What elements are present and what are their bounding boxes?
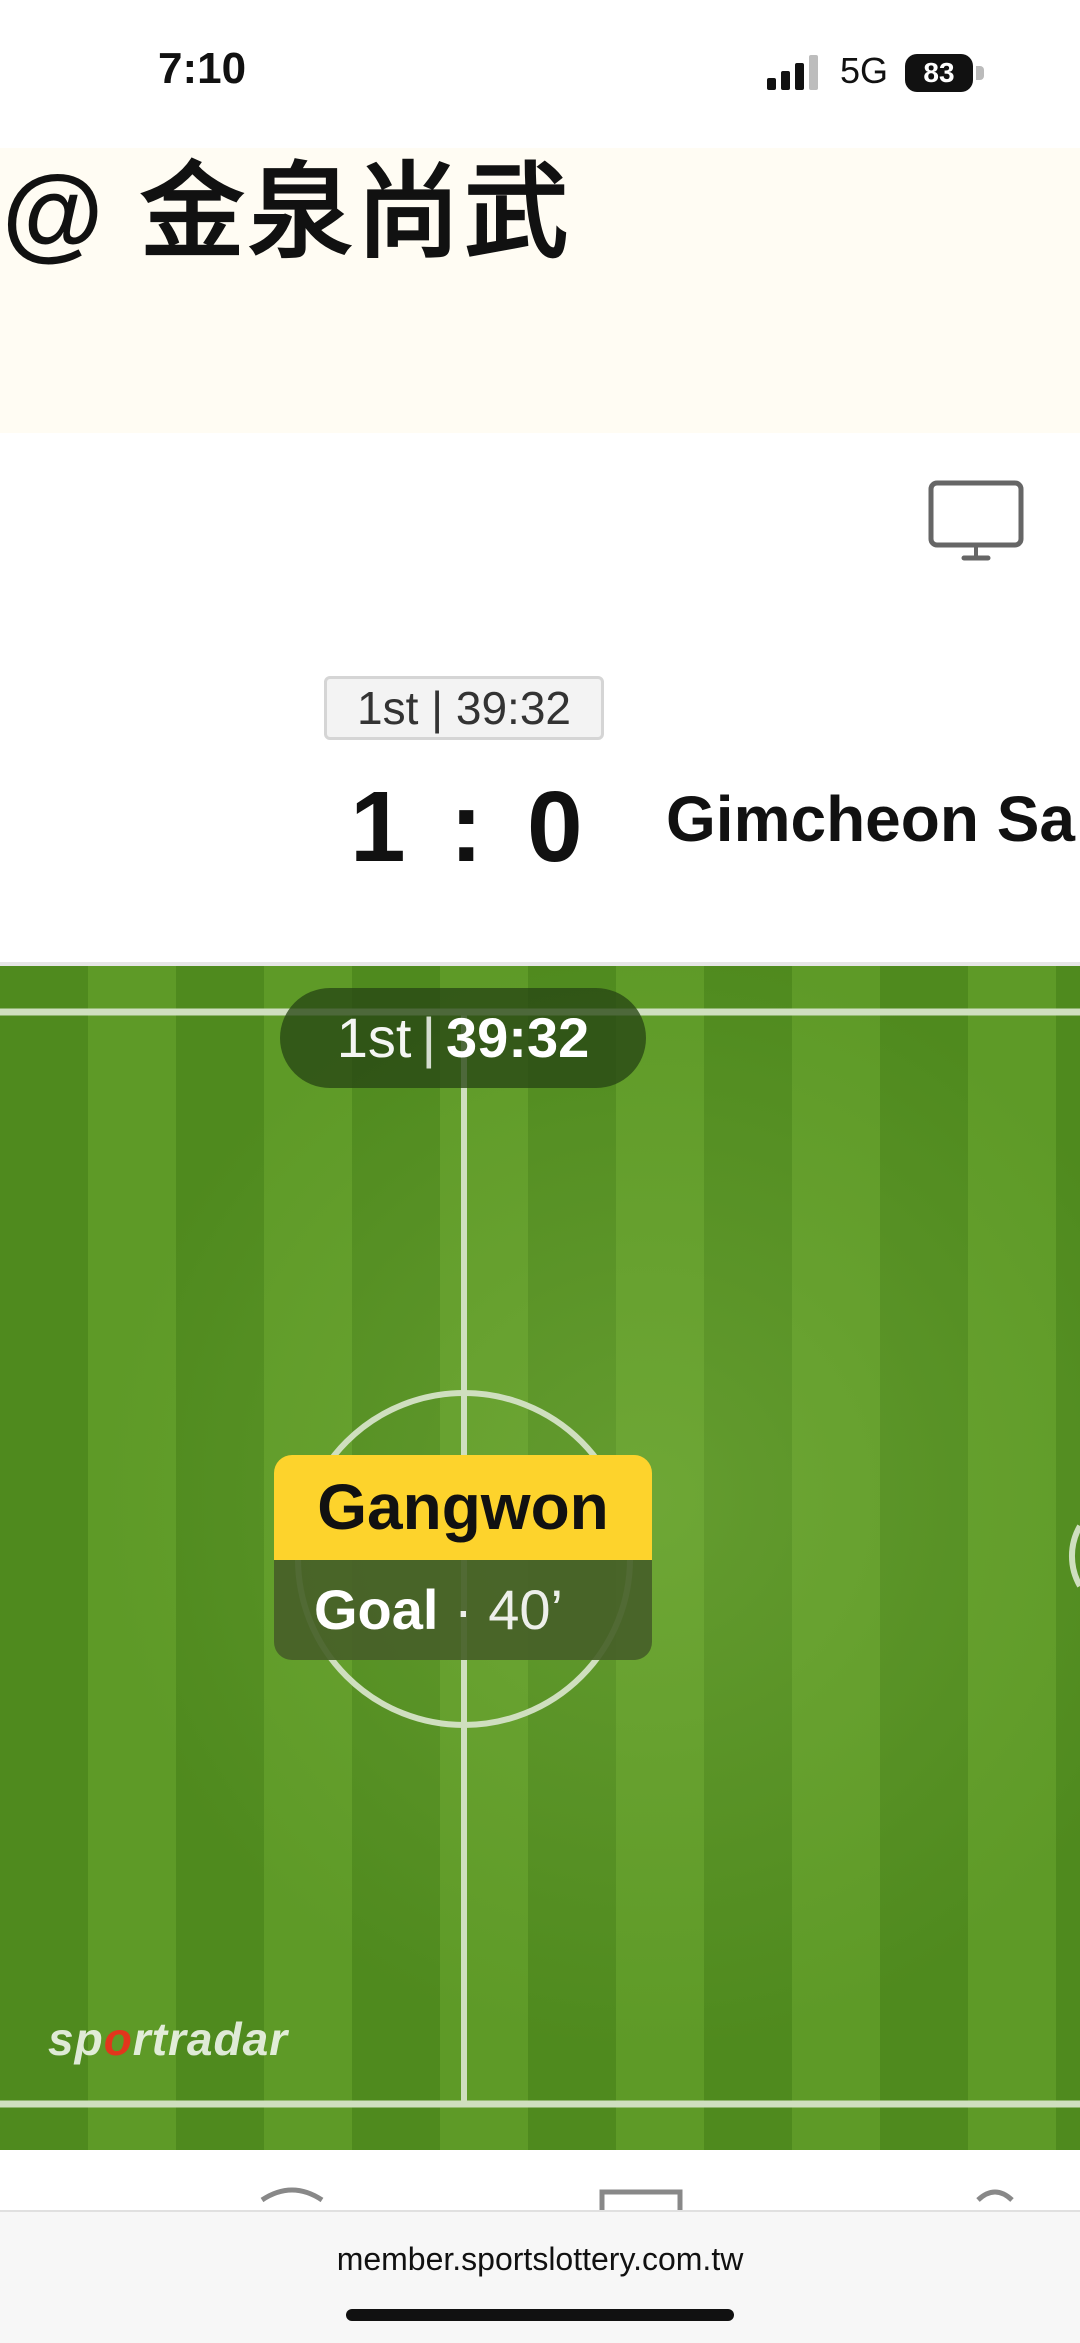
- tv-icon[interactable]: [928, 480, 1024, 566]
- event-minute: · 40’: [454, 1578, 563, 1641]
- network-label: 5G: [840, 50, 889, 91]
- logo-part-1: sp: [48, 2013, 104, 2065]
- logo-part-3: rtradar: [132, 2013, 289, 2065]
- battery-icon: 83: [905, 54, 987, 92]
- clock-divider: |: [421, 1006, 436, 1069]
- tab-bar-partial: [0, 2150, 1080, 2210]
- score: 1:0: [350, 770, 587, 885]
- match-title: @ 金泉尚武: [2, 155, 573, 271]
- sportradar-logo: sportradar: [48, 2012, 288, 2066]
- period-chip: 1st | 39:32: [324, 676, 604, 740]
- match-clock: 1st | 39:32: [280, 988, 646, 1088]
- score-separator: :: [449, 771, 487, 883]
- event-team: Gangwon: [274, 1455, 652, 1560]
- url-text[interactable]: member.sportslottery.com.tw: [0, 2241, 1080, 2278]
- stream-row: [0, 433, 1080, 638]
- away-team-name: Gimcheon Sa: [666, 783, 1075, 855]
- event-type: Goal: [314, 1578, 439, 1641]
- event-card: Gangwon Goal · 40’: [274, 1455, 652, 1660]
- status-time: 7:10: [158, 44, 247, 93]
- logo-part-2: o: [103, 2013, 133, 2065]
- clock-time: 39:32: [446, 1006, 590, 1069]
- clock-period: 1st: [336, 1006, 412, 1069]
- tab-icons-partial: [260, 2187, 1014, 2210]
- battery-level: 83: [905, 54, 973, 92]
- home-score: 1: [350, 771, 410, 883]
- home-indicator[interactable]: [346, 2309, 734, 2321]
- away-score: 0: [526, 771, 587, 883]
- event-detail: Goal · 40’: [274, 1560, 652, 1660]
- signal-icon: [767, 55, 818, 90]
